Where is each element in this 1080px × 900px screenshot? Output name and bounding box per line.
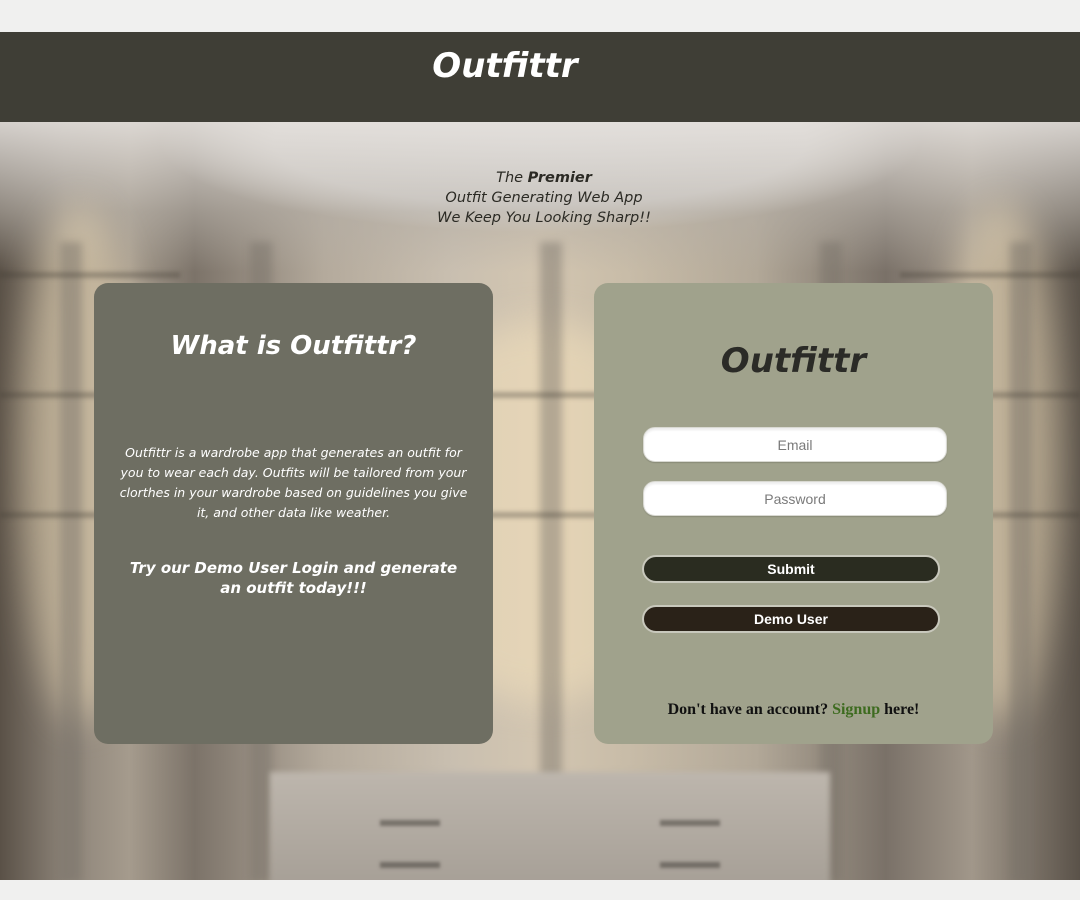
page: Outfittr The Premier Outfit Generating W… — [0, 0, 1080, 900]
submit-button[interactable]: Submit — [642, 555, 940, 583]
tagline-emphasis: Premier — [527, 170, 592, 186]
tagline-line-2: Outfit Generating Web App — [445, 190, 643, 206]
signup-prefix: Don't have an account? — [667, 701, 833, 718]
tagline-line-3: We Keep You Looking Sharp!! — [0, 208, 1080, 228]
tagline-emphasis: Sharp!! — [596, 210, 651, 226]
site-title: Outfittr — [432, 46, 578, 86]
tagline-prefix: The — [496, 170, 528, 186]
background-shelf — [900, 272, 1080, 278]
password-field[interactable] — [643, 481, 947, 516]
background-drawer-handle — [660, 862, 720, 868]
login-card: Outfittr Submit Demo User Don't have an … — [594, 283, 993, 744]
background-post — [1010, 242, 1032, 880]
tagline: The Premier Outfit Generating Web App We… — [0, 168, 1080, 228]
background-drawer-handle — [380, 820, 440, 826]
signup-suffix: here! — [880, 701, 920, 718]
tagline-line-1: The Premier — [0, 168, 1080, 188]
background-post — [60, 242, 82, 880]
background-shelf — [0, 272, 180, 278]
background-drawer-handle — [380, 862, 440, 868]
background-drawers — [270, 772, 830, 880]
email-field[interactable] — [643, 427, 947, 462]
background-drawer-handle — [660, 820, 720, 826]
demo-call-to-action: Try our Demo User Login and generate an … — [129, 559, 458, 597]
tagline-prefix: We Keep You Looking — [437, 210, 597, 226]
login-brand-title: Outfittr — [720, 341, 867, 381]
demo-user-button[interactable]: Demo User — [642, 605, 940, 633]
about-description: Outfittr is a wardrobe app that generate… — [119, 445, 468, 520]
about-heading: What is Outfittr? — [170, 331, 417, 361]
site-header: Outfittr — [0, 32, 1080, 122]
about-card: What is Outfittr? Outfittr is a wardrobe… — [94, 283, 493, 744]
signup-prompt: Don't have an account? Signup here! — [594, 701, 993, 719]
signup-link[interactable]: Signup — [832, 701, 880, 718]
